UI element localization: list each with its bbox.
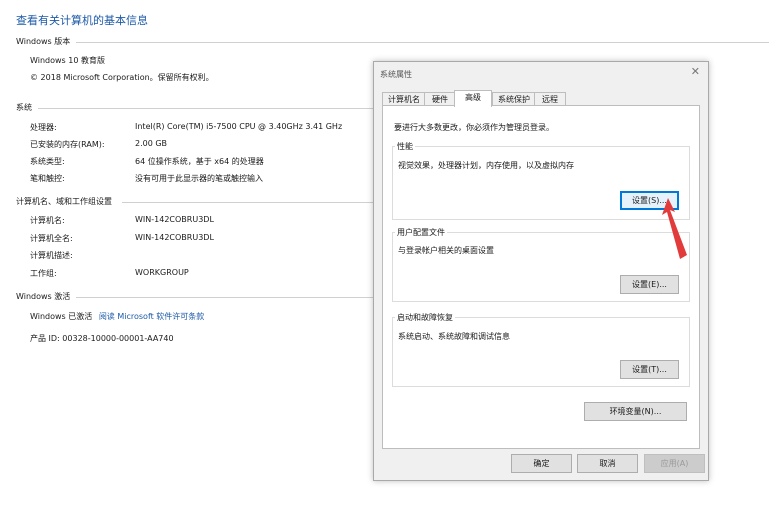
red-arrow-annotation [662, 198, 687, 259]
tab-advanced[interactable]: 高级 [454, 90, 492, 107]
arrow-icon [662, 198, 687, 259]
